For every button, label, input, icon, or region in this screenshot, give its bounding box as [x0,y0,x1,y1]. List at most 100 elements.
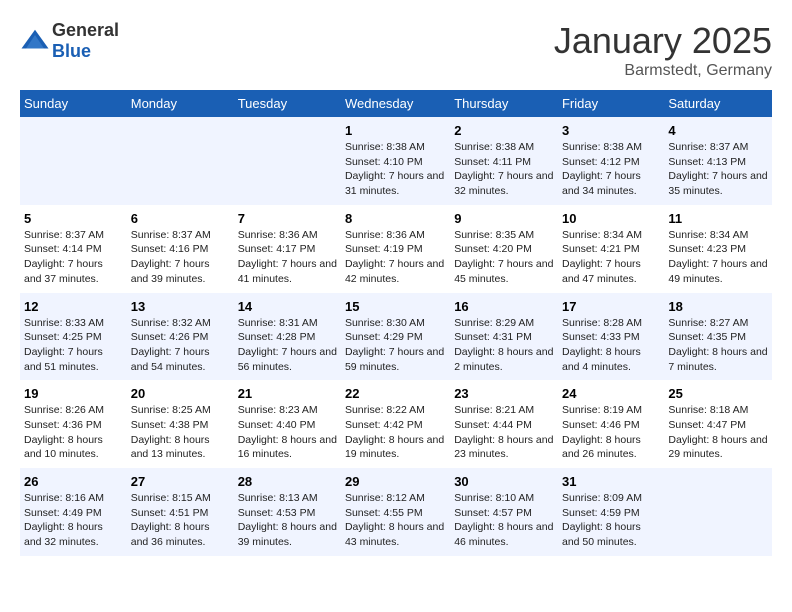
day-info: Sunrise: 8:09 AMSunset: 4:59 PMDaylight:… [562,491,660,550]
week-row-4: 19 Sunrise: 8:26 AMSunset: 4:36 PMDaylig… [20,380,772,468]
weekday-header-thursday: Thursday [450,90,558,117]
day-number: 26 [24,474,123,489]
logo-blue: Blue [52,41,91,61]
day-number: 15 [345,299,446,314]
calendar-cell: 31 Sunrise: 8:09 AMSunset: 4:59 PMDaylig… [558,468,664,556]
day-number: 3 [562,123,660,138]
day-number: 18 [668,299,768,314]
weekday-header-wednesday: Wednesday [341,90,450,117]
day-info: Sunrise: 8:28 AMSunset: 4:33 PMDaylight:… [562,316,660,375]
day-info: Sunrise: 8:38 AMSunset: 4:12 PMDaylight:… [562,140,660,199]
weekday-header-row: SundayMondayTuesdayWednesdayThursdayFrid… [20,90,772,117]
day-info: Sunrise: 8:21 AMSunset: 4:44 PMDaylight:… [454,403,554,462]
weekday-header-friday: Friday [558,90,664,117]
calendar-cell: 9 Sunrise: 8:35 AMSunset: 4:20 PMDayligh… [450,205,558,293]
day-info: Sunrise: 8:37 AMSunset: 4:13 PMDaylight:… [668,140,768,199]
calendar-cell: 30 Sunrise: 8:10 AMSunset: 4:57 PMDaylig… [450,468,558,556]
page-header: General Blue January 2025 Barmstedt, Ger… [20,20,772,80]
day-info: Sunrise: 8:10 AMSunset: 4:57 PMDaylight:… [454,491,554,550]
week-row-1: 1 Sunrise: 8:38 AMSunset: 4:10 PMDayligh… [20,117,772,205]
calendar-cell: 27 Sunrise: 8:15 AMSunset: 4:51 PMDaylig… [127,468,234,556]
logo: General Blue [20,20,119,62]
day-info: Sunrise: 8:36 AMSunset: 4:17 PMDaylight:… [238,228,337,287]
weekday-header-monday: Monday [127,90,234,117]
calendar-cell: 16 Sunrise: 8:29 AMSunset: 4:31 PMDaylig… [450,293,558,381]
calendar-cell: 13 Sunrise: 8:32 AMSunset: 4:26 PMDaylig… [127,293,234,381]
day-number: 20 [131,386,230,401]
weekday-header-tuesday: Tuesday [234,90,341,117]
day-number: 12 [24,299,123,314]
calendar-cell: 17 Sunrise: 8:28 AMSunset: 4:33 PMDaylig… [558,293,664,381]
day-info: Sunrise: 8:32 AMSunset: 4:26 PMDaylight:… [131,316,230,375]
calendar-cell: 24 Sunrise: 8:19 AMSunset: 4:46 PMDaylig… [558,380,664,468]
day-info: Sunrise: 8:12 AMSunset: 4:55 PMDaylight:… [345,491,446,550]
calendar-cell: 28 Sunrise: 8:13 AMSunset: 4:53 PMDaylig… [234,468,341,556]
calendar-cell: 12 Sunrise: 8:33 AMSunset: 4:25 PMDaylig… [20,293,127,381]
day-number: 8 [345,211,446,226]
day-number: 14 [238,299,337,314]
day-number: 7 [238,211,337,226]
calendar-cell: 25 Sunrise: 8:18 AMSunset: 4:47 PMDaylig… [664,380,772,468]
calendar-cell: 20 Sunrise: 8:25 AMSunset: 4:38 PMDaylig… [127,380,234,468]
calendar-cell: 7 Sunrise: 8:36 AMSunset: 4:17 PMDayligh… [234,205,341,293]
location-title: Barmstedt, Germany [554,62,772,80]
week-row-3: 12 Sunrise: 8:33 AMSunset: 4:25 PMDaylig… [20,293,772,381]
logo-text: General Blue [52,20,119,62]
day-number: 23 [454,386,554,401]
calendar-cell: 5 Sunrise: 8:37 AMSunset: 4:14 PMDayligh… [20,205,127,293]
day-info: Sunrise: 8:36 AMSunset: 4:19 PMDaylight:… [345,228,446,287]
day-info: Sunrise: 8:27 AMSunset: 4:35 PMDaylight:… [668,316,768,375]
day-number: 30 [454,474,554,489]
day-info: Sunrise: 8:23 AMSunset: 4:40 PMDaylight:… [238,403,337,462]
day-number: 13 [131,299,230,314]
day-info: Sunrise: 8:35 AMSunset: 4:20 PMDaylight:… [454,228,554,287]
month-title: January 2025 [554,20,772,62]
day-number: 11 [668,211,768,226]
day-number: 2 [454,123,554,138]
day-number: 16 [454,299,554,314]
day-info: Sunrise: 8:16 AMSunset: 4:49 PMDaylight:… [24,491,123,550]
day-info: Sunrise: 8:33 AMSunset: 4:25 PMDaylight:… [24,316,123,375]
calendar-cell: 21 Sunrise: 8:23 AMSunset: 4:40 PMDaylig… [234,380,341,468]
week-row-5: 26 Sunrise: 8:16 AMSunset: 4:49 PMDaylig… [20,468,772,556]
day-info: Sunrise: 8:25 AMSunset: 4:38 PMDaylight:… [131,403,230,462]
day-info: Sunrise: 8:19 AMSunset: 4:46 PMDaylight:… [562,403,660,462]
calendar-cell [20,117,127,205]
calendar-table: SundayMondayTuesdayWednesdayThursdayFrid… [20,90,772,556]
day-number: 27 [131,474,230,489]
calendar-cell: 23 Sunrise: 8:21 AMSunset: 4:44 PMDaylig… [450,380,558,468]
day-number: 9 [454,211,554,226]
calendar-cell: 10 Sunrise: 8:34 AMSunset: 4:21 PMDaylig… [558,205,664,293]
day-info: Sunrise: 8:34 AMSunset: 4:21 PMDaylight:… [562,228,660,287]
day-number: 29 [345,474,446,489]
calendar-cell: 1 Sunrise: 8:38 AMSunset: 4:10 PMDayligh… [341,117,450,205]
day-info: Sunrise: 8:13 AMSunset: 4:53 PMDaylight:… [238,491,337,550]
day-info: Sunrise: 8:18 AMSunset: 4:47 PMDaylight:… [668,403,768,462]
day-number: 31 [562,474,660,489]
calendar-cell: 18 Sunrise: 8:27 AMSunset: 4:35 PMDaylig… [664,293,772,381]
day-info: Sunrise: 8:37 AMSunset: 4:16 PMDaylight:… [131,228,230,287]
calendar-cell: 15 Sunrise: 8:30 AMSunset: 4:29 PMDaylig… [341,293,450,381]
day-number: 6 [131,211,230,226]
logo-icon [20,26,50,56]
day-info: Sunrise: 8:26 AMSunset: 4:36 PMDaylight:… [24,403,123,462]
logo-general: General [52,20,119,40]
day-number: 25 [668,386,768,401]
day-info: Sunrise: 8:38 AMSunset: 4:10 PMDaylight:… [345,140,446,199]
calendar-cell: 26 Sunrise: 8:16 AMSunset: 4:49 PMDaylig… [20,468,127,556]
calendar-cell: 6 Sunrise: 8:37 AMSunset: 4:16 PMDayligh… [127,205,234,293]
calendar-cell: 22 Sunrise: 8:22 AMSunset: 4:42 PMDaylig… [341,380,450,468]
day-number: 17 [562,299,660,314]
day-info: Sunrise: 8:29 AMSunset: 4:31 PMDaylight:… [454,316,554,375]
day-info: Sunrise: 8:15 AMSunset: 4:51 PMDaylight:… [131,491,230,550]
calendar-cell [127,117,234,205]
day-info: Sunrise: 8:34 AMSunset: 4:23 PMDaylight:… [668,228,768,287]
day-number: 28 [238,474,337,489]
calendar-cell [664,468,772,556]
title-section: January 2025 Barmstedt, Germany [554,20,772,80]
day-number: 22 [345,386,446,401]
day-info: Sunrise: 8:31 AMSunset: 4:28 PMDaylight:… [238,316,337,375]
day-info: Sunrise: 8:37 AMSunset: 4:14 PMDaylight:… [24,228,123,287]
weekday-header-saturday: Saturday [664,90,772,117]
calendar-cell: 29 Sunrise: 8:12 AMSunset: 4:55 PMDaylig… [341,468,450,556]
